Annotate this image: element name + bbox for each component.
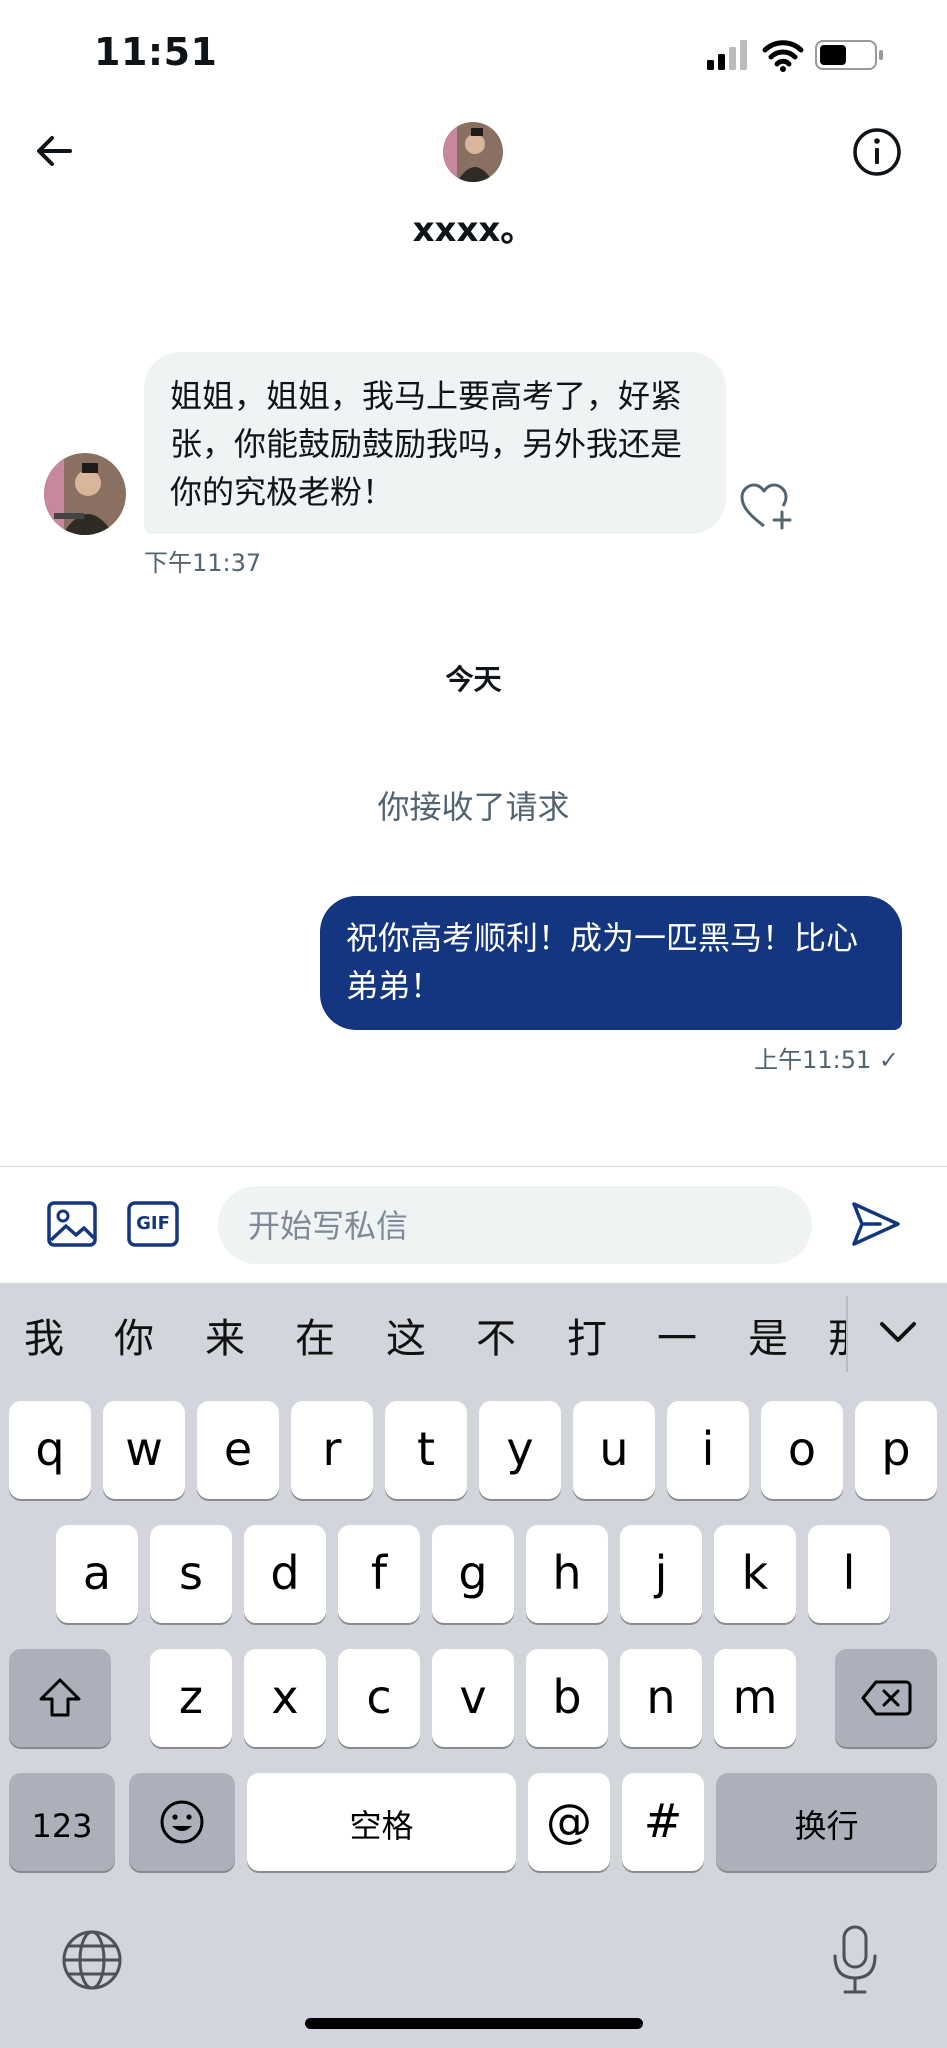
message-input[interactable]	[246, 1186, 788, 1266]
like-heart-plus-icon[interactable]	[740, 482, 796, 532]
return-key-label: 换行	[794, 1807, 859, 1845]
hash-key[interactable]: #	[622, 1773, 704, 1871]
numbers-key[interactable]: 123	[9, 1773, 115, 1871]
key-t[interactable]: t	[385, 1401, 467, 1499]
key-g[interactable]: g	[432, 1525, 514, 1623]
key-h[interactable]: h	[526, 1525, 608, 1623]
key-v[interactable]: v	[432, 1649, 514, 1747]
key-z[interactable]: z	[150, 1649, 232, 1747]
candidate-word[interactable]: 来	[195, 1283, 255, 1395]
outgoing-message-time: 上午11:51 ✓	[754, 1046, 899, 1074]
signal-icon	[707, 40, 747, 70]
day-separator: 今天	[445, 663, 502, 696]
outgoing-message-bubble[interactable]: 祝你高考顺利！成为一匹黑马！比心 弟弟！	[320, 896, 902, 1030]
back-arrow-icon[interactable]	[30, 126, 80, 176]
backspace-key[interactable]	[835, 1649, 937, 1747]
avatar-image	[44, 453, 126, 535]
key-k[interactable]: k	[714, 1525, 796, 1623]
incoming-message-bubble[interactable]: 姐姐，姐姐，我马上要高考了，好紧张，你能鼓励鼓励我吗，另外我还是你的究极老粉！	[144, 352, 726, 534]
wifi-icon	[762, 40, 804, 72]
key-a[interactable]: a	[56, 1525, 138, 1623]
key-e[interactable]: e	[197, 1401, 279, 1499]
emoji-key[interactable]	[129, 1773, 235, 1871]
message-input-wrapper[interactable]	[218, 1186, 812, 1266]
key-m[interactable]: m	[714, 1649, 796, 1747]
sender-avatar[interactable]	[44, 453, 126, 535]
candidate-word[interactable]: 是	[738, 1283, 798, 1395]
candidate-word[interactable]: 那	[828, 1283, 846, 1395]
shift-arrow-icon	[39, 1678, 81, 1717]
status-time: 11:51	[94, 30, 218, 74]
header-avatar[interactable]	[443, 122, 503, 182]
space-key[interactable]: 空格	[247, 1773, 516, 1871]
candidate-word[interactable]: 打	[557, 1283, 617, 1395]
key-f[interactable]: f	[338, 1525, 420, 1623]
key-s[interactable]: s	[150, 1525, 232, 1623]
key-r[interactable]: r	[291, 1401, 373, 1499]
candidate-divider	[846, 1296, 848, 1372]
key-n[interactable]: n	[620, 1649, 702, 1747]
conversation-name[interactable]: xxxx。	[0, 202, 947, 251]
home-indicator	[305, 2018, 643, 2029]
key-q[interactable]: q	[9, 1401, 91, 1499]
key-i[interactable]: i	[667, 1401, 749, 1499]
candidate-word[interactable]: 你	[104, 1283, 164, 1395]
backspace-icon	[861, 1680, 912, 1716]
shift-key[interactable]	[9, 1649, 111, 1747]
space-key-label: 空格	[349, 1807, 414, 1845]
gif-button[interactable]: GIF	[126, 1198, 180, 1250]
request-accepted-notice: 你接收了请求	[377, 788, 570, 826]
key-w[interactable]: w	[103, 1401, 185, 1499]
key-x[interactable]: x	[244, 1649, 326, 1747]
battery-icon	[815, 40, 883, 70]
numbers-key-label: 123	[31, 1807, 93, 1845]
incoming-message-time: 下午11:37	[144, 549, 262, 577]
image-icon[interactable]	[46, 1198, 98, 1250]
send-icon[interactable]	[850, 1198, 902, 1250]
outgoing-message-text: 祝你高考顺利！成为一匹黑马！比心 弟弟！	[346, 919, 859, 1005]
emoji-icon	[160, 1800, 204, 1844]
candidate-word[interactable]: 一	[647, 1283, 707, 1395]
candidate-word[interactable]: 这	[376, 1283, 436, 1395]
key-j[interactable]: j	[620, 1525, 702, 1623]
status-icons	[707, 40, 883, 72]
key-p[interactable]: p	[855, 1401, 937, 1499]
candidate-word[interactable]: 我	[14, 1283, 74, 1395]
avatar-image	[443, 122, 503, 182]
info-icon[interactable]	[851, 126, 903, 178]
globe-icon[interactable]	[60, 1928, 124, 1992]
candidate-word[interactable]: 不	[466, 1283, 526, 1395]
key-u[interactable]: u	[573, 1401, 655, 1499]
return-key[interactable]: 换行	[716, 1773, 937, 1871]
gif-label: GIF	[136, 1213, 170, 1234]
incoming-message-text: 姐姐，姐姐，我马上要高考了，好紧张，你能鼓励鼓励我吗，另外我还是你的究极老粉！	[170, 377, 683, 511]
key-o[interactable]: o	[761, 1401, 843, 1499]
at-key[interactable]: @	[528, 1773, 610, 1871]
key-b[interactable]: b	[526, 1649, 608, 1747]
key-c[interactable]: c	[338, 1649, 420, 1747]
key-l[interactable]: l	[808, 1525, 890, 1623]
key-y[interactable]: y	[479, 1401, 561, 1499]
candidate-bar: 我 你 来 在 这 不 打 一 是 那	[0, 1283, 947, 1395]
chevron-down-icon[interactable]	[876, 1310, 920, 1354]
microphone-icon[interactable]	[830, 1924, 880, 1996]
key-d[interactable]: d	[244, 1525, 326, 1623]
candidate-word[interactable]: 在	[285, 1283, 345, 1395]
